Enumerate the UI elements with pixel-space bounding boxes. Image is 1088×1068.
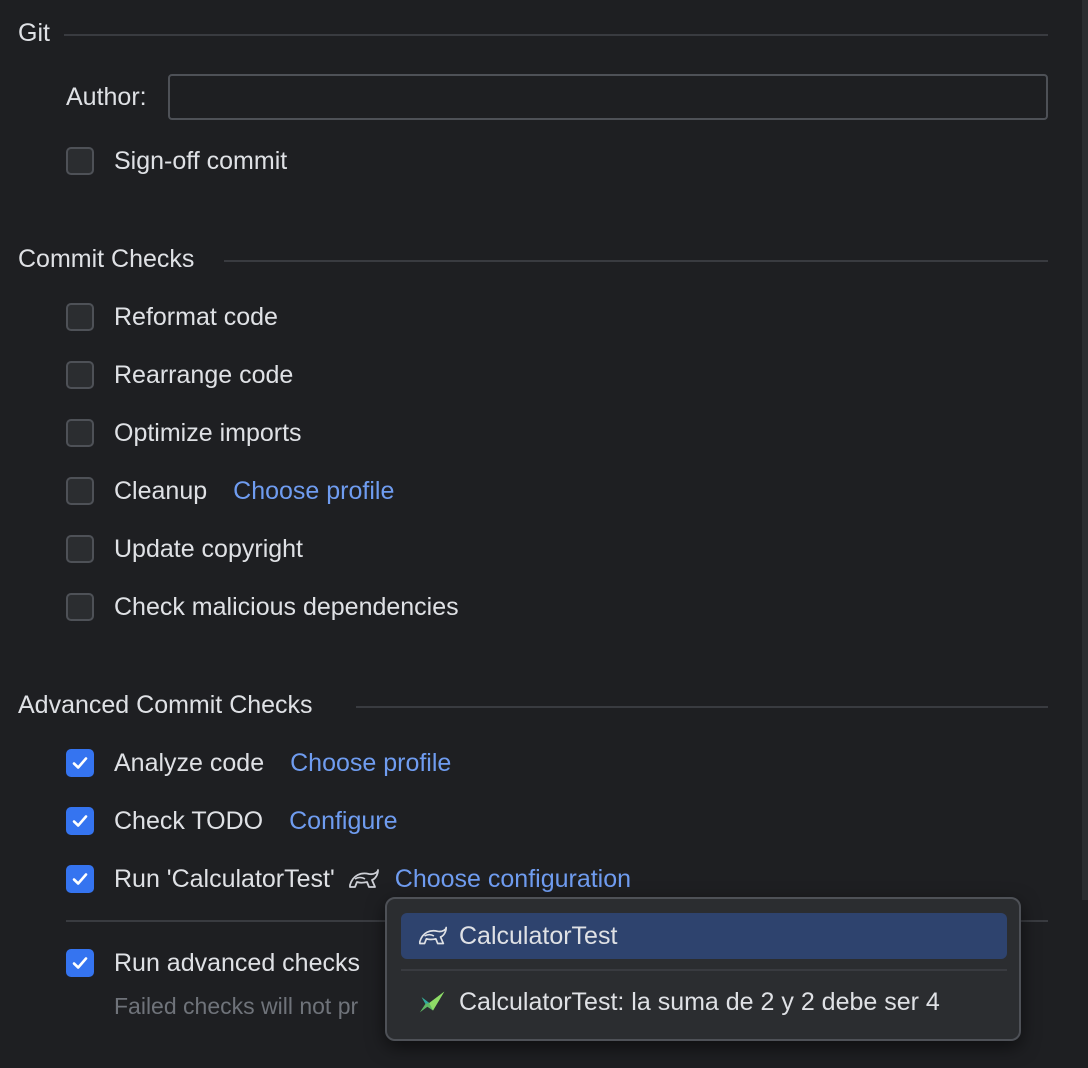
run-calculator-test-row[interactable]: Run 'CalculatorTest' Choose configuratio… xyxy=(66,862,631,896)
popup-separator xyxy=(401,969,1007,971)
check-malicious-dependencies-checkbox[interactable] xyxy=(66,593,94,621)
checkmark-icon xyxy=(72,815,88,827)
popup-item-calculator-test[interactable]: CalculatorTest xyxy=(401,913,1007,959)
optimize-imports-row[interactable]: Optimize imports xyxy=(66,416,302,450)
popup-item-label: CalculatorTest xyxy=(459,921,618,950)
rearrange-code-checkbox[interactable] xyxy=(66,361,94,389)
cleanup-row[interactable]: Cleanup Choose profile xyxy=(66,474,394,508)
cleanup-checkbox[interactable] xyxy=(66,477,94,505)
run-advanced-checks-checkbox[interactable] xyxy=(66,949,94,977)
checkmark-icon xyxy=(72,873,88,885)
reformat-code-label: Reformat code xyxy=(114,302,278,331)
analyze-code-choose-profile-link[interactable]: Choose profile xyxy=(290,749,451,778)
cleanup-label: Cleanup xyxy=(114,476,208,505)
section-rule-advanced-commit-checks xyxy=(356,706,1048,708)
commit-settings-page: Git Author: Sign-off commit Commit Check… xyxy=(0,0,1088,1068)
checkmark-icon xyxy=(72,957,88,969)
run-advanced-checks-row[interactable]: Run advanced checks xyxy=(66,946,360,980)
popup-item-label: CalculatorTest: la suma de 2 y 2 debe se… xyxy=(459,987,940,1016)
test-passed-icon xyxy=(419,991,445,1013)
update-copyright-row[interactable]: Update copyright xyxy=(66,532,303,566)
sign-off-commit-label: Sign-off commit xyxy=(114,146,288,175)
vertical-scrollbar[interactable] xyxy=(1082,0,1088,900)
update-copyright-label: Update copyright xyxy=(114,534,304,563)
optimize-imports-label: Optimize imports xyxy=(114,418,302,447)
failed-checks-hint: Failed checks will not pr xyxy=(114,993,359,1019)
section-title-git: Git xyxy=(18,18,50,48)
reformat-code-checkbox[interactable] xyxy=(66,303,94,331)
check-malicious-dependencies-label: Check malicious dependencies xyxy=(114,592,459,621)
analyze-code-label: Analyze code xyxy=(114,748,265,777)
choose-configuration-link[interactable]: Choose configuration xyxy=(395,865,631,894)
reformat-code-row[interactable]: Reformat code xyxy=(66,300,278,334)
check-todo-checkbox[interactable] xyxy=(66,807,94,835)
test-config-icon xyxy=(348,869,379,888)
checkmark-icon xyxy=(72,757,88,769)
rearrange-code-label: Rearrange code xyxy=(114,360,294,389)
author-input[interactable] xyxy=(168,74,1048,120)
sign-off-commit-checkbox[interactable] xyxy=(66,147,94,175)
analyze-code-checkbox[interactable] xyxy=(66,749,94,777)
check-todo-configure-link[interactable]: Configure xyxy=(289,807,397,836)
rearrange-code-row[interactable]: Rearrange code xyxy=(66,358,293,392)
configuration-popup: CalculatorTest CalculatorTest: la suma d… xyxy=(385,897,1021,1041)
author-label: Author: xyxy=(66,83,147,111)
section-rule-commit-checks xyxy=(224,260,1048,262)
run-calculator-test-label: Run 'CalculatorTest' xyxy=(114,864,335,893)
section-title-commit-checks: Commit Checks xyxy=(18,244,194,274)
optimize-imports-checkbox[interactable] xyxy=(66,419,94,447)
section-rule-git xyxy=(64,34,1048,36)
analyze-code-row[interactable]: Analyze code Choose profile xyxy=(66,746,451,780)
check-todo-label: Check TODO xyxy=(114,806,264,835)
test-config-icon xyxy=(418,926,448,945)
check-malicious-dependencies-row[interactable]: Check malicious dependencies xyxy=(66,590,459,624)
advanced-commit-checks-title: Advanced Commit Checks xyxy=(18,691,313,719)
update-copyright-checkbox[interactable] xyxy=(66,535,94,563)
popup-item-calculator-test-method[interactable]: CalculatorTest: la suma de 2 y 2 debe se… xyxy=(401,979,1007,1025)
check-todo-row[interactable]: Check TODO Configure xyxy=(66,804,398,838)
section-title-advanced-commit-checks: Advanced Commit Checks xyxy=(18,690,313,720)
git-title: Git xyxy=(18,19,50,47)
commit-checks-title: Commit Checks xyxy=(18,245,195,273)
cleanup-choose-profile-link[interactable]: Choose profile xyxy=(233,477,394,506)
sign-off-commit-row[interactable]: Sign-off commit xyxy=(66,144,287,178)
run-calculator-test-checkbox[interactable] xyxy=(66,865,94,893)
run-advanced-checks-label: Run advanced checks xyxy=(114,948,360,977)
